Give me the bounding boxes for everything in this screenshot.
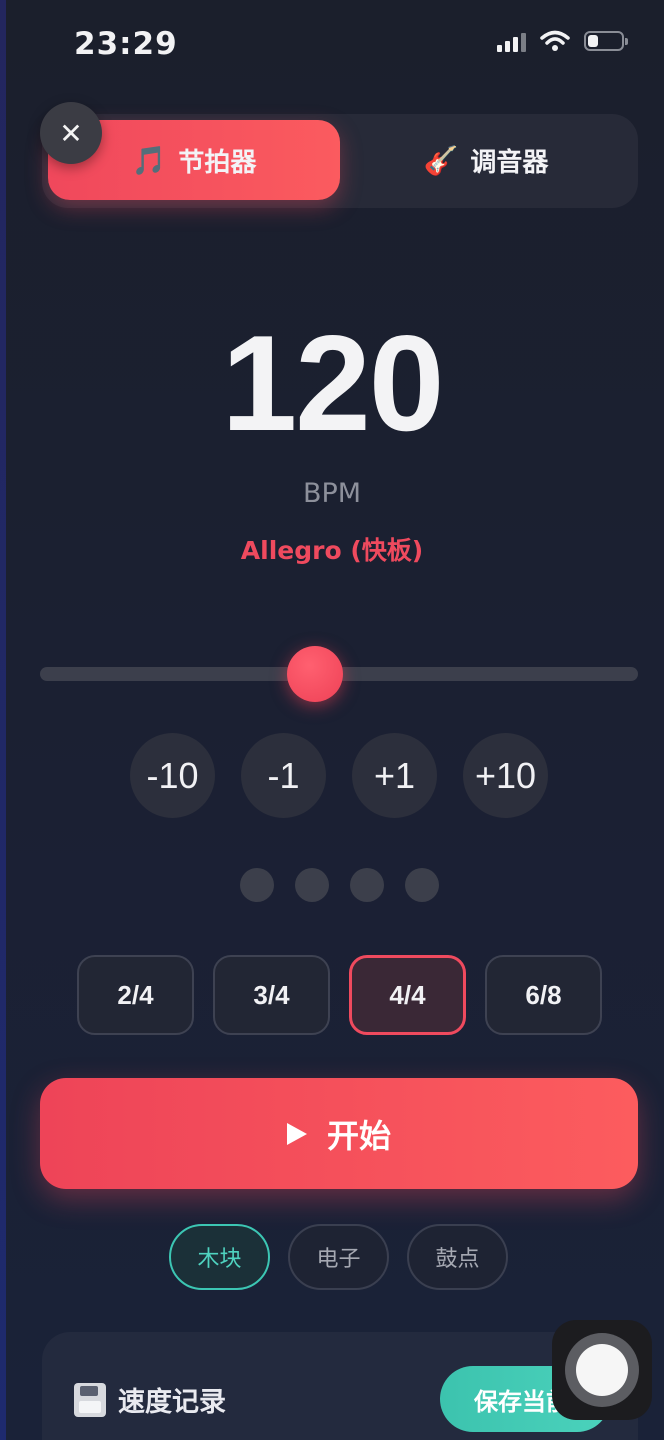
tempo-name: Allegro (快板) [240, 536, 424, 565]
bpm-unit-label: BPM [302, 478, 362, 509]
play-icon [286, 1122, 307, 1145]
battery-icon [584, 31, 628, 51]
sound-chip-woodblock[interactable]: 木块 [169, 1224, 270, 1290]
start-button-label: 开始 [326, 1116, 391, 1155]
assistive-touch-icon [565, 1333, 639, 1407]
tab-tuner-label: 调音器 [470, 147, 549, 178]
assistive-touch-button[interactable] [552, 1320, 652, 1420]
tab-tuner[interactable]: 🎸 调音器 [340, 120, 632, 200]
status-icons [497, 30, 628, 52]
time-signature-2-4[interactable]: 2/4 [77, 955, 194, 1035]
bpm-step-buttons: -10 -1 +1 +10 [130, 733, 548, 818]
guitar-icon: 🎸 [423, 143, 459, 177]
time-signature-3-4[interactable]: 3/4 [213, 955, 330, 1035]
tab-metronome-label: 节拍器 [178, 147, 257, 178]
minus-1-button[interactable]: -1 [241, 733, 326, 818]
status-time: 23:29 [74, 26, 178, 62]
beat-dot [295, 868, 329, 902]
beat-dot [240, 868, 274, 902]
time-signature-4-4[interactable]: 4/4 [349, 955, 466, 1035]
sound-selector: 木块 电子 鼓点 [169, 1224, 508, 1290]
close-button[interactable]: ✕ [40, 102, 102, 164]
mode-tab-bar: 🎵 节拍器 🎸 调音器 [42, 114, 638, 208]
time-signature-selector: 2/4 3/4 4/4 6/8 [77, 955, 602, 1035]
beat-dot [350, 868, 384, 902]
plus-10-button[interactable]: +10 [463, 733, 548, 818]
music-note-icon: 🎵 [131, 143, 167, 177]
tempo-record-card: 速度记录 保存当前 [42, 1332, 638, 1440]
record-title: 速度记录 [74, 1380, 226, 1419]
plus-1-button[interactable]: +1 [352, 733, 437, 818]
tempo-slider-thumb[interactable] [287, 646, 343, 702]
record-title-label: 速度记录 [118, 1387, 226, 1418]
sound-chip-electronic[interactable]: 电子 [288, 1224, 389, 1290]
left-edge-strip [0, 0, 6, 1440]
minus-10-button[interactable]: -10 [130, 733, 215, 818]
floppy-disk-icon [74, 1382, 106, 1417]
sound-chip-drum[interactable]: 鼓点 [407, 1224, 508, 1290]
status-bar: 23:29 [0, 0, 664, 90]
wifi-icon [540, 30, 570, 51]
start-button[interactable]: 开始 [40, 1078, 638, 1189]
beat-indicator [240, 868, 439, 902]
time-signature-6-8[interactable]: 6/8 [485, 955, 602, 1035]
bpm-value: 120 [221, 307, 445, 459]
close-icon: ✕ [59, 116, 83, 150]
beat-dot [405, 868, 439, 902]
signal-icon [497, 30, 526, 52]
